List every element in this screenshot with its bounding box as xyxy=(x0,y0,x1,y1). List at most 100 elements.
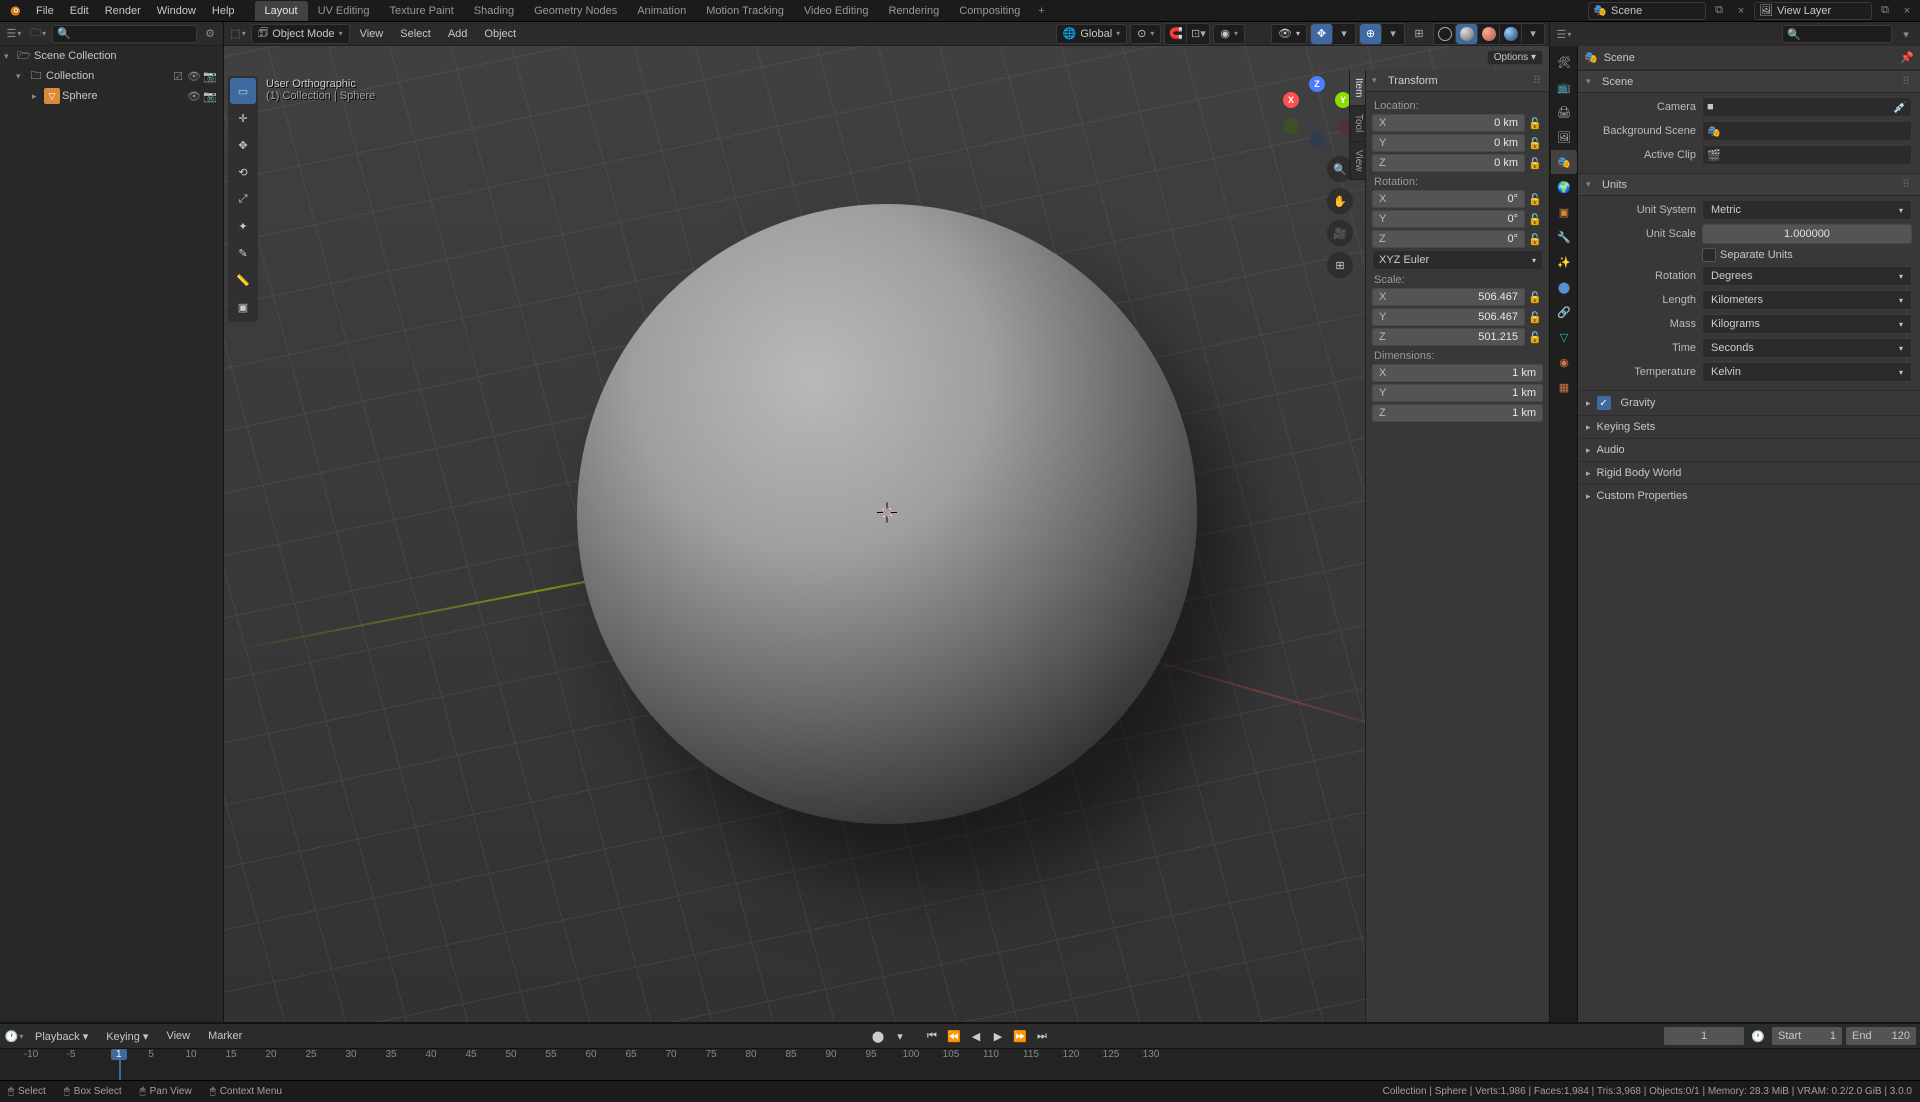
viewport-menu-add[interactable]: Add xyxy=(441,28,475,40)
scale-x-field[interactable]: X506.467 xyxy=(1372,288,1525,306)
tree-row-scene-collection[interactable]: ▾ 🗁 Scene Collection xyxy=(0,46,223,66)
npanel-tab-view[interactable]: View xyxy=(1350,142,1365,181)
ptab-material[interactable]: ◉ xyxy=(1551,350,1577,374)
overlays-dropdown[interactable]: ▾ xyxy=(1382,24,1404,44)
tree-row-collection[interactable]: ▾ 🗀 Collection ☑ 👁 📷 xyxy=(0,66,223,86)
ptab-constraints[interactable]: 🔗 xyxy=(1551,300,1577,324)
ptab-particles[interactable]: ✨ xyxy=(1551,250,1577,274)
ptab-viewlayer[interactable]: 🖼 xyxy=(1551,125,1577,149)
length-unit-dropdown[interactable]: Kilometers▾ xyxy=(1702,290,1912,310)
menu-help[interactable]: Help xyxy=(204,0,243,22)
workspace-tab-animation[interactable]: Animation xyxy=(627,1,696,21)
scene-new-button[interactable]: ⧉ xyxy=(1710,2,1728,20)
menu-file[interactable]: File xyxy=(28,0,62,22)
active-clip-link-field[interactable]: 🎬 xyxy=(1702,145,1912,165)
shading-rendered[interactable] xyxy=(1500,24,1522,44)
ptab-tool[interactable]: 🛠 xyxy=(1551,50,1577,74)
timeline-menu-marker[interactable]: Marker xyxy=(201,1030,249,1042)
viewlayer-name-input[interactable] xyxy=(1777,5,1867,17)
mass-unit-dropdown[interactable]: Kilograms▾ xyxy=(1702,314,1912,334)
tool-cursor[interactable]: ✛ xyxy=(230,105,256,131)
ptab-world[interactable]: 🌍 xyxy=(1551,175,1577,199)
audio-section-header[interactable]: ▸ Audio xyxy=(1578,438,1920,461)
bg-scene-link-field[interactable]: 🎭 xyxy=(1702,121,1912,141)
camera-link-field[interactable]: ■💉 xyxy=(1702,97,1912,117)
dim-x-field[interactable]: X1 km xyxy=(1372,364,1543,382)
workspace-tab-layout[interactable]: Layout xyxy=(255,1,308,21)
xray-toggle-icon[interactable]: ⊞ xyxy=(1408,24,1430,44)
disable-render-icon[interactable]: 📷 xyxy=(203,70,217,83)
menu-window[interactable]: Window xyxy=(149,0,204,22)
lock-icon[interactable]: 🔓 xyxy=(1527,117,1543,130)
play-reverse-icon[interactable]: ◀ xyxy=(966,1027,986,1045)
properties-editor-type-icon[interactable]: ☰ xyxy=(1554,24,1574,44)
tool-transform[interactable]: ✦ xyxy=(230,213,256,239)
ptab-output[interactable]: 🖨 xyxy=(1551,100,1577,124)
keyframe-next-icon[interactable]: ⏩ xyxy=(1010,1027,1030,1045)
time-unit-dropdown[interactable]: Seconds▾ xyxy=(1702,338,1912,358)
gizmo-dropdown[interactable]: ▾ xyxy=(1333,24,1355,44)
pan-button-icon[interactable]: ✋ xyxy=(1327,188,1353,214)
interaction-mode-dropdown[interactable]: 🗊 Object Mode ▾ xyxy=(251,24,350,44)
workspace-tab-geonodes[interactable]: Geometry Nodes xyxy=(524,1,627,21)
rigid-body-section-header[interactable]: ▸ Rigid Body World xyxy=(1578,461,1920,484)
ptab-texture[interactable]: ▦ xyxy=(1551,375,1577,399)
viewlayer-new-button[interactable]: ⧉ xyxy=(1876,2,1894,20)
shading-wireframe[interactable] xyxy=(1434,24,1456,44)
start-frame-field[interactable]: Start1 xyxy=(1772,1027,1842,1045)
exclude-toggle-icon[interactable]: ☑ xyxy=(171,70,185,83)
ptab-object[interactable]: ▣ xyxy=(1551,200,1577,224)
current-frame-field[interactable]: 1 xyxy=(1664,1027,1744,1045)
pivot-point-dropdown[interactable]: ⊙▾ xyxy=(1130,24,1161,44)
perspective-toggle-icon[interactable]: ⊞ xyxy=(1327,252,1353,278)
tree-row-sphere[interactable]: ▸ ▽ Sphere 👁 📷 xyxy=(0,86,223,106)
viewport-editor-type-icon[interactable]: ⬚ xyxy=(228,24,248,44)
npanel-tab-tool[interactable]: Tool xyxy=(1350,106,1365,141)
workspace-tab-videoedit[interactable]: Video Editing xyxy=(794,1,879,21)
disable-render-icon[interactable]: 📷 xyxy=(203,90,217,103)
keying-sets-section-header[interactable]: ▸ Keying Sets xyxy=(1578,415,1920,438)
lock-icon[interactable]: 🔓 xyxy=(1527,311,1543,324)
timeline-menu-keying[interactable]: Keying ▾ xyxy=(99,1030,155,1043)
outliner-tree[interactable]: ▾ 🗁 Scene Collection ▾ 🗀 Collection ☑ 👁 … xyxy=(0,46,223,1022)
npanel-tab-item[interactable]: Item xyxy=(1350,70,1365,106)
proportional-edit-dropdown[interactable]: ◉▾ xyxy=(1213,24,1245,44)
viewport-menu-select[interactable]: Select xyxy=(393,28,438,40)
scene-section-header[interactable]: ▾ Scene ⠿ xyxy=(1578,70,1920,93)
play-forward-icon[interactable]: ▶ xyxy=(988,1027,1008,1045)
location-x-field[interactable]: X0 km xyxy=(1372,114,1525,132)
gravity-checkbox[interactable] xyxy=(1597,396,1611,410)
outliner-editor-type-icon[interactable]: ☰ xyxy=(4,24,24,44)
workspace-add-button[interactable]: + xyxy=(1030,5,1052,17)
rotation-unit-dropdown[interactable]: Degrees▾ xyxy=(1702,266,1912,286)
ptab-modifiers[interactable]: 🔧 xyxy=(1551,225,1577,249)
lock-icon[interactable]: 🔓 xyxy=(1527,157,1543,170)
timeline-menu-playback[interactable]: Playback ▾ xyxy=(28,1030,95,1043)
rotation-z-field[interactable]: Z0° xyxy=(1372,230,1525,248)
outliner-display-mode-icon[interactable]: 🗀 xyxy=(28,24,48,44)
location-z-field[interactable]: Z0 km xyxy=(1372,154,1525,172)
lock-icon[interactable]: 🔓 xyxy=(1527,193,1543,206)
workspace-tab-motiontrack[interactable]: Motion Tracking xyxy=(696,1,794,21)
dim-z-field[interactable]: Z1 km xyxy=(1372,404,1543,422)
lock-icon[interactable]: 🔓 xyxy=(1527,213,1543,226)
workspace-tab-shading[interactable]: Shading xyxy=(464,1,524,21)
autokey-toggle-icon[interactable]: ⬤ xyxy=(868,1027,888,1045)
tool-move[interactable]: ✥ xyxy=(230,132,256,158)
timeline-editor-type-icon[interactable]: 🕐 xyxy=(4,1026,24,1046)
workspace-tab-rendering[interactable]: Rendering xyxy=(878,1,949,21)
gizmo-axis-x[interactable]: X xyxy=(1283,92,1299,108)
autokey-dropdown[interactable]: ▾ xyxy=(890,1027,910,1045)
timeline-menu-view[interactable]: View xyxy=(159,1030,197,1042)
keyframe-prev-icon[interactable]: ⏪ xyxy=(944,1027,964,1045)
properties-options-icon[interactable]: ▾ xyxy=(1896,24,1916,44)
hide-viewport-icon[interactable]: 👁 xyxy=(187,70,201,83)
temperature-unit-dropdown[interactable]: Kelvin▾ xyxy=(1702,362,1912,382)
lock-icon[interactable]: 🔓 xyxy=(1527,233,1543,246)
ptab-scene[interactable]: 🎭 xyxy=(1551,150,1577,174)
eyedropper-icon[interactable]: 💉 xyxy=(1893,101,1907,114)
gravity-section-header[interactable]: ▸ Gravity xyxy=(1578,390,1920,415)
snap-toggle-icon[interactable]: 🧲 xyxy=(1165,24,1187,44)
viewport-canvas[interactable]: Options ▾ ▭ ✛ ✥ ⟲ ⤢ ✦ ✎ 📏 ▣ User Orthogr… xyxy=(224,46,1549,1022)
separate-units-checkbox[interactable] xyxy=(1702,248,1716,262)
